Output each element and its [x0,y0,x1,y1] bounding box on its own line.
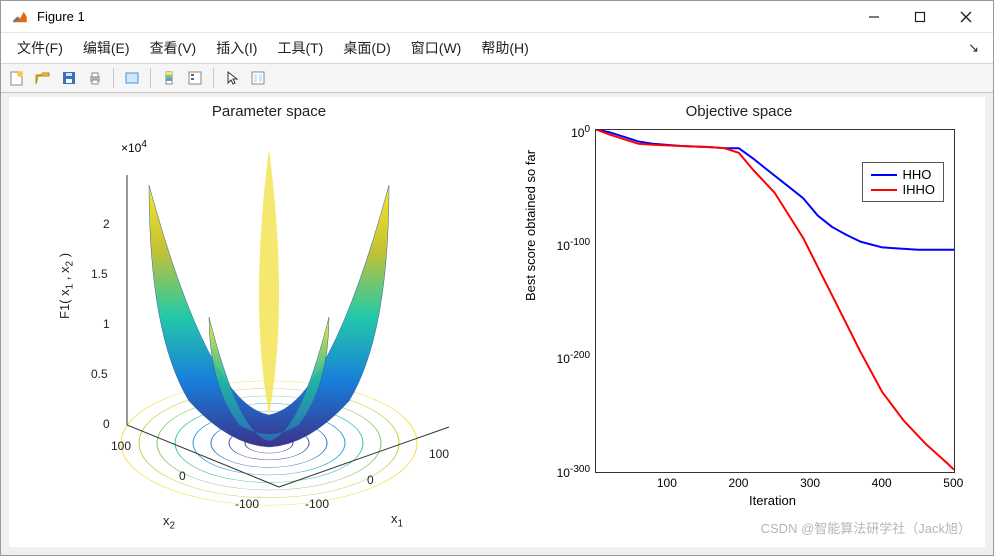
menu-overflow-icon[interactable]: ↘ [968,40,979,56]
legend-swatch [871,189,897,191]
menu-file[interactable]: 文件(F) [7,34,73,62]
x2-tick: 100 [111,439,131,453]
y-tick: 10-100 [557,237,596,253]
window-title: Figure 1 [37,9,851,24]
colorbar-button[interactable] [157,66,181,90]
save-button[interactable] [57,66,81,90]
y-tick: 100 [571,124,596,140]
surface-plot [49,125,489,525]
y-tick: 10-300 [557,464,596,480]
legend-button[interactable] [183,66,207,90]
figure-canvas: Parameter space ×104 [9,97,985,547]
legend-entry-hho: HHO [871,167,936,182]
plot-tools-button[interactable] [246,66,270,90]
toolbar-separator [113,68,114,88]
new-figure-button[interactable] [5,66,29,90]
menu-view[interactable]: 查看(V) [140,34,207,62]
x1-tick: 100 [429,447,449,461]
titlebar: Figure 1 [1,1,993,33]
toolbar-separator [213,68,214,88]
figure-area: Parameter space ×104 [1,93,993,555]
right-chart-title: Objective space [509,103,969,120]
objective-space-axes[interactable]: Objective space Best score obtained so f… [509,101,969,531]
legend[interactable]: HHO IHHO [862,162,945,202]
toolbar [1,63,993,93]
z-tick: 0.5 [91,367,108,381]
menu-window[interactable]: 窗口(W) [401,34,472,62]
pointer-button[interactable] [220,66,244,90]
z-axis-label: F1( x1 , x2 ) [57,253,76,319]
parameter-space-axes[interactable]: Parameter space ×104 [49,101,489,531]
x-tick: 500 [943,472,963,490]
x1-tick: 0 [367,473,374,487]
legend-entry-ihho: IHHO [871,182,936,197]
close-button[interactable] [943,1,989,32]
link-axes-button[interactable] [120,66,144,90]
maximize-button[interactable] [897,1,943,32]
x-tick: 200 [728,472,748,490]
print-button[interactable] [83,66,107,90]
menu-help[interactable]: 帮助(H) [471,34,538,62]
y-axis-label: Best score obtained so far [523,150,538,301]
menu-edit[interactable]: 编辑(E) [73,34,140,62]
legend-swatch [871,174,897,176]
x-tick: 100 [657,472,677,490]
z-tick: 0 [103,417,110,431]
right-axes-box: 100 10-100 10-200 10-300 100 200 300 400… [595,129,955,473]
x1-tick: -100 [305,497,329,511]
minimize-button[interactable] [851,1,897,32]
menu-desktop[interactable]: 桌面(D) [333,34,400,62]
z-tick: 2 [103,217,110,231]
x-tick: 400 [872,472,892,490]
x-axis-label: Iteration [749,493,796,508]
z-tick: 1.5 [91,267,108,281]
matlab-icon [11,8,29,26]
y-tick: 10-200 [557,350,596,366]
open-button[interactable] [31,66,55,90]
menubar: 文件(F) 编辑(E) 查看(V) 插入(I) 工具(T) 桌面(D) 窗口(W… [1,33,993,63]
toolbar-separator [150,68,151,88]
left-chart-title: Parameter space [49,103,489,120]
z-tick: 1 [103,317,110,331]
x2-tick: 0 [179,469,186,483]
legend-label: IHHO [903,182,936,197]
legend-label: HHO [903,167,932,182]
x2-tick: -100 [235,497,259,511]
x-tick: 300 [800,472,820,490]
x1-axis-label: x1 [391,511,403,530]
menu-insert[interactable]: 插入(I) [206,34,267,62]
menu-tools[interactable]: 工具(T) [267,34,333,62]
x2-axis-label: x2 [163,513,175,532]
